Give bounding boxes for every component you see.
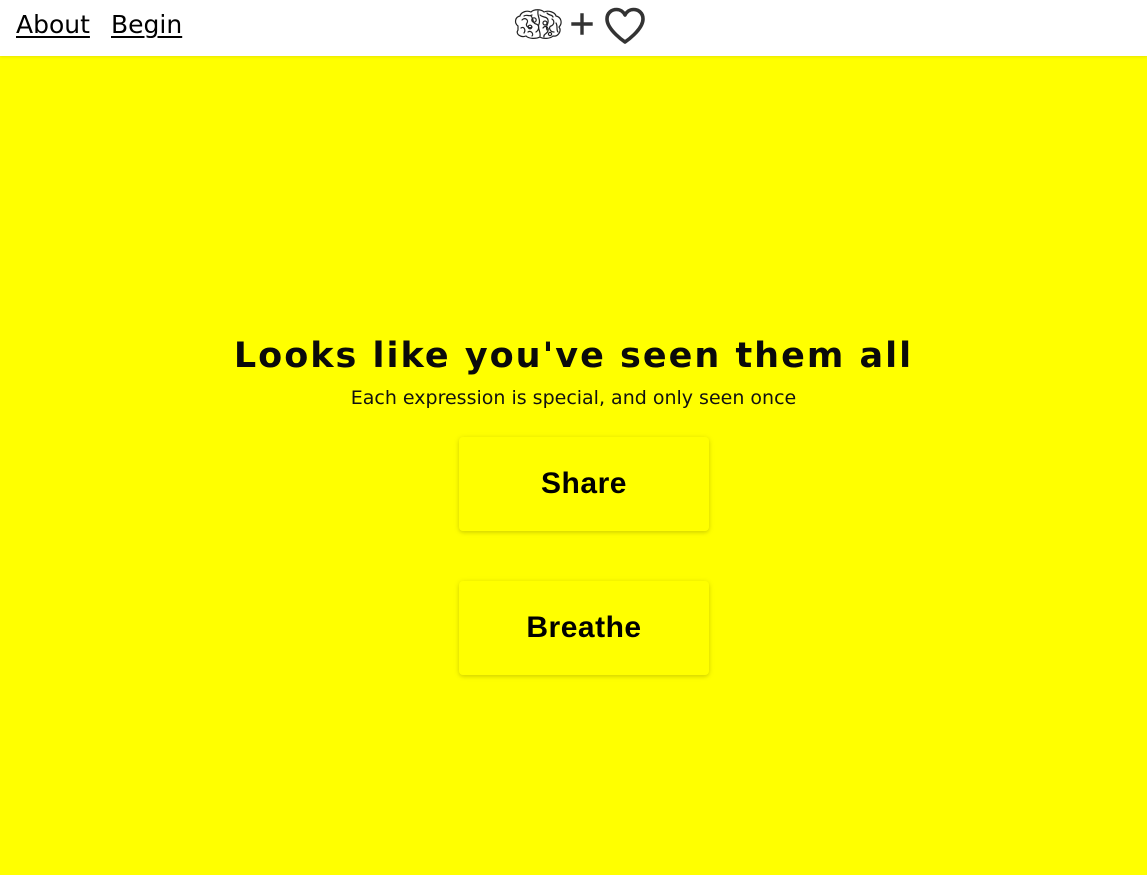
main-content: Looks like you've seen them all Each exp… [0, 56, 1147, 875]
heart-icon [605, 7, 645, 44]
page-subtitle: Each expression is special, and only see… [350, 387, 797, 409]
brain-icon [514, 9, 562, 39]
breathe-button[interactable]: Breathe [459, 581, 709, 675]
site-logo[interactable] [512, 4, 652, 48]
page-headline: Looks like you've seen them all [233, 336, 914, 376]
about-link[interactable]: About [16, 9, 90, 41]
share-button[interactable]: Share [459, 437, 709, 531]
plus-icon [571, 13, 593, 35]
begin-link[interactable]: Begin [111, 9, 182, 41]
top-nav-bar: About Begin [0, 0, 1147, 56]
